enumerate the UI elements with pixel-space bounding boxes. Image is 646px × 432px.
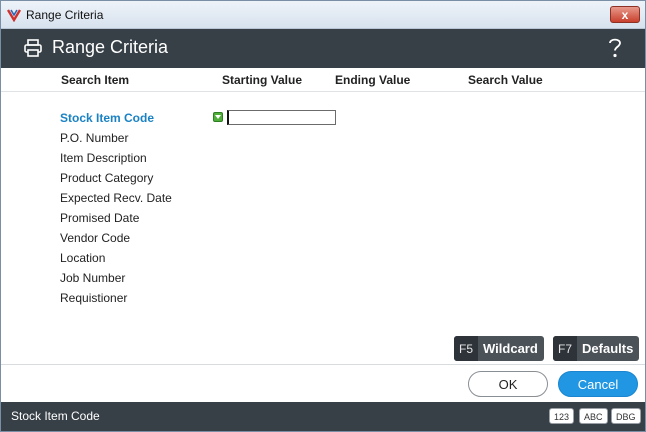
search-item-stock-item-code[interactable]: Stock Item Code: [60, 111, 154, 125]
search-item-expected-recv-date[interactable]: Expected Recv. Date: [60, 191, 172, 205]
search-item-product-category[interactable]: Product Category: [60, 171, 153, 185]
window-title: Range Criteria: [26, 8, 104, 22]
search-item-item-description[interactable]: Item Description: [60, 151, 147, 165]
footer-divider: [1, 364, 645, 365]
range-criteria-window: Range Criteria x Range Criteria Search I…: [0, 0, 646, 432]
search-item-promised-date[interactable]: Promised Date: [60, 211, 139, 225]
defaults-label: Defaults: [582, 341, 634, 356]
search-item-po-number[interactable]: P.O. Number: [60, 131, 128, 145]
col-search-item: Search Item: [61, 73, 130, 87]
green-arrow-icon[interactable]: [213, 112, 223, 122]
search-item-vendor-code[interactable]: Vendor Code: [60, 231, 130, 245]
title-bar: Range Criteria x: [1, 1, 645, 29]
wildcard-key: F5: [454, 336, 479, 361]
search-item-job-number[interactable]: Job Number: [60, 271, 125, 285]
status-text: Stock Item Code: [11, 409, 100, 423]
col-ending-value: Ending Value: [335, 73, 411, 87]
header-band: Range Criteria: [1, 29, 645, 68]
starting-value-input[interactable]: [227, 110, 336, 125]
wildcard-button[interactable]: F5 Wildcard: [454, 336, 544, 361]
page-title: Range Criteria: [52, 37, 169, 57]
col-search-value: Search Value: [468, 73, 543, 87]
window-close-button[interactable]: x: [610, 6, 640, 23]
help-icon[interactable]: [607, 37, 623, 59]
column-headers: Search Item Starting Value Ending Value …: [1, 68, 645, 92]
col-starting-value: Starting Value: [222, 73, 303, 87]
printer-icon: [24, 39, 42, 57]
search-item-location[interactable]: Location: [60, 251, 105, 265]
app-logo-icon: [7, 9, 21, 22]
wildcard-label: Wildcard: [483, 341, 538, 356]
numeric-mode-badge[interactable]: 123: [549, 408, 575, 424]
defaults-key: F7: [553, 336, 578, 361]
ok-button[interactable]: OK: [468, 371, 548, 397]
debug-mode-badge[interactable]: DBG: [611, 408, 641, 424]
cancel-button[interactable]: Cancel: [558, 371, 638, 397]
search-item-requistioner[interactable]: Requistioner: [60, 291, 127, 305]
alpha-mode-badge[interactable]: ABC: [579, 408, 608, 424]
defaults-button[interactable]: F7 Defaults: [553, 336, 640, 361]
status-bar: Stock Item Code 123 ABC DBG: [1, 402, 645, 431]
